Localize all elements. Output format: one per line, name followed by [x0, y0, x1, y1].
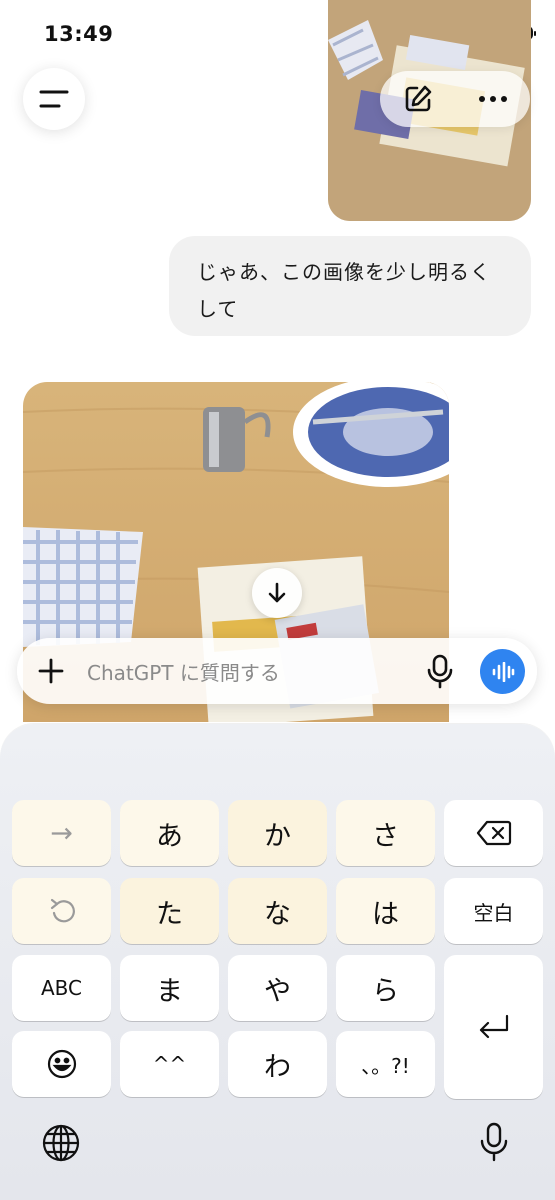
- undo-icon: [50, 898, 75, 923]
- menu-icon: [39, 90, 69, 108]
- key-emoji[interactable]: [12, 1031, 111, 1097]
- emoji-icon: [47, 1049, 76, 1079]
- key-space[interactable]: 空白: [444, 878, 543, 944]
- globe-icon[interactable]: [41, 1123, 81, 1163]
- header-actions: [380, 71, 530, 127]
- scroll-down-button[interactable]: [252, 568, 302, 618]
- key-na[interactable]: な: [228, 878, 327, 944]
- key-ya[interactable]: や: [228, 955, 327, 1021]
- key-abc[interactable]: ABC: [12, 955, 111, 1021]
- user-message-bubble: じゃあ、この画像を少し明るく して: [169, 236, 531, 336]
- keyboard: → あ か さ た な は 空白 ABC ま や ら ^^ わ 、。?!: [0, 724, 555, 1200]
- edit-icon: [405, 85, 431, 112]
- menu-button[interactable]: [23, 68, 85, 130]
- new-chat-button[interactable]: [398, 79, 438, 119]
- key-ta[interactable]: た: [120, 878, 219, 944]
- more-button[interactable]: [473, 79, 513, 119]
- key-a[interactable]: あ: [120, 800, 219, 866]
- key-backspace[interactable]: [444, 800, 543, 866]
- arrow-down-icon: [268, 582, 286, 603]
- key-return[interactable]: [444, 955, 543, 1099]
- key-ma[interactable]: ま: [120, 955, 219, 1021]
- key-ka[interactable]: か: [228, 800, 327, 866]
- voice-mode-button[interactable]: [480, 649, 525, 694]
- voice-mode-icon: [492, 661, 514, 682]
- status-time: 13:49: [44, 22, 114, 46]
- backspace-icon: [476, 820, 511, 846]
- user-message-line1: じゃあ、この画像を少し明るく: [197, 260, 491, 284]
- key-kaomoji[interactable]: ^^: [120, 1031, 219, 1097]
- plus-icon[interactable]: [35, 655, 67, 687]
- key-ha[interactable]: は: [336, 878, 435, 944]
- key-ra[interactable]: ら: [336, 955, 435, 1021]
- key-sa[interactable]: さ: [336, 800, 435, 866]
- message-input-bar: ChatGPT に質問する: [17, 638, 537, 704]
- key-undo[interactable]: [12, 878, 111, 944]
- microphone-icon[interactable]: [423, 653, 457, 689]
- message-input[interactable]: ChatGPT に質問する: [87, 657, 280, 686]
- more-icon: [478, 96, 507, 102]
- key-arrow-right[interactable]: →: [12, 800, 111, 866]
- key-wa[interactable]: わ: [228, 1031, 327, 1097]
- user-message-line2: して: [197, 297, 239, 321]
- return-icon: [479, 1014, 508, 1039]
- key-punctuation[interactable]: 、。?!: [336, 1031, 435, 1097]
- dictation-icon[interactable]: [478, 1121, 510, 1163]
